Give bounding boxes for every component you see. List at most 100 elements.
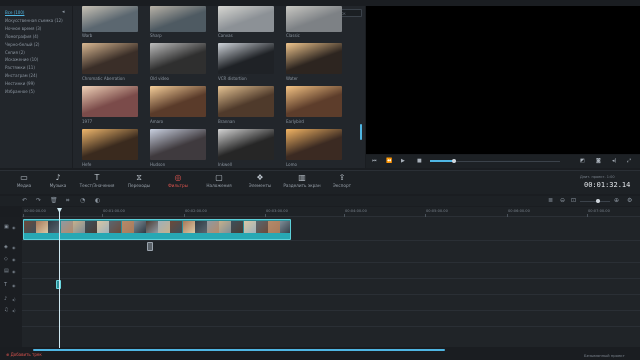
ruler-label: 00:04:00.00 [345, 209, 367, 213]
filter-label: Warb [82, 33, 93, 38]
filter-label: Classic [286, 33, 300, 38]
filter-label: Chromatic Aberration [82, 76, 125, 81]
volume-icon[interactable]: ◂) [612, 158, 616, 164]
track-visibility-icon[interactable]: ◉ [12, 283, 16, 288]
clip-audio-band [24, 233, 290, 239]
clip-frame [146, 221, 158, 233]
track-mute-icon[interactable]: ◂) [12, 297, 16, 302]
clip-frame [194, 221, 207, 233]
status-bar [0, 352, 640, 360]
track-mute-icon[interactable]: ◂) [12, 308, 16, 313]
tool-export[interactable]: ⇪ Экспорт [318, 173, 366, 188]
seek-handle[interactable] [452, 159, 456, 163]
tool-elements[interactable]: ❖ Элементы [236, 173, 284, 188]
category-item[interactable]: Избранное (5) [5, 89, 35, 94]
filter-label: VCR distortion [218, 76, 247, 81]
zoom-slider-track[interactable] [580, 201, 610, 202]
skip-back-icon[interactable]: ⏮ [372, 158, 377, 164]
fullscreen-icon[interactable]: ⤢ [627, 158, 631, 164]
filter-thumbnail[interactable] [150, 6, 206, 32]
timeline-scrollbar[interactable] [33, 349, 445, 351]
step-back-icon[interactable]: ⏪ [386, 158, 392, 164]
category-item[interactable]: Ломография (4) [5, 34, 38, 39]
filter-label: Hudson [150, 162, 166, 167]
preview-player[interactable] [366, 6, 640, 154]
filter-thumbnail[interactable] [150, 86, 206, 117]
ruler-label: 00:06:00.00 [508, 209, 530, 213]
filter-label: Lomo [286, 162, 297, 167]
category-item[interactable]: Инстаграм (24) [5, 73, 37, 78]
filter-label: Old video [150, 76, 169, 81]
clip-frame [219, 221, 232, 233]
add-track-label: Добавить трек [10, 352, 42, 357]
project-name: Безымянный проект [584, 353, 625, 358]
filter-thumbnail[interactable] [286, 6, 342, 32]
filter-thumbnail[interactable] [150, 43, 206, 74]
tool-label: Экспорт [332, 183, 352, 188]
clip-frame [231, 221, 244, 233]
track-visibility-icon[interactable]: ◉ [12, 269, 16, 274]
color-icon[interactable]: ◐ [95, 197, 100, 204]
category-item[interactable]: Все (100) [5, 10, 24, 15]
clip-frame [109, 221, 122, 233]
render-icon[interactable]: ◩ [580, 158, 585, 164]
filter-thumbnail[interactable] [218, 43, 274, 74]
clip-frame [268, 221, 280, 233]
add-track-button[interactable]: ⊕ Добавить трек [6, 352, 42, 357]
clip-frame [60, 221, 73, 233]
snapshot-icon[interactable]: ◙ [596, 158, 601, 164]
filter-clip[interactable] [147, 242, 153, 251]
track-visibility-icon[interactable]: ◉ [12, 257, 16, 262]
collapse-panel-icon[interactable]: ◂ [62, 9, 68, 15]
track-divider [22, 240, 640, 241]
category-item[interactable]: Искусственная съемка (12) [5, 18, 63, 23]
tool-text[interactable]: T Текст/Значения [73, 173, 121, 188]
clip-frame [255, 221, 268, 233]
speed-icon[interactable]: ◔ [80, 197, 85, 204]
zoom-in-icon[interactable]: ⊕ [614, 197, 619, 204]
undo-icon[interactable]: ↶ [22, 197, 27, 204]
playhead[interactable] [59, 208, 60, 348]
text-track-icon: T [4, 282, 8, 288]
music-track-icon: ♪ [4, 296, 8, 302]
filter-thumbnail[interactable] [286, 43, 342, 74]
track-visibility-icon[interactable]: ◉ [12, 225, 16, 230]
filter-thumbnail[interactable] [286, 129, 342, 160]
clip-frame [182, 221, 195, 233]
fit-icon[interactable]: ⊡ [571, 197, 576, 204]
filter-thumbnail[interactable] [82, 129, 138, 160]
category-item[interactable]: Растяжки (11) [5, 65, 35, 70]
stop-icon[interactable]: ■ [417, 158, 422, 164]
zoom-slider-handle[interactable] [596, 199, 600, 203]
delete-icon[interactable]: 🗑 [50, 197, 58, 204]
browser-scrollbar[interactable] [360, 124, 362, 140]
video-track-icon: ▣ [4, 224, 9, 230]
clip-frame [85, 221, 97, 233]
filter-thumbnail[interactable] [286, 86, 342, 117]
filter-thumbnail[interactable] [218, 129, 274, 160]
filter-label: Inkwell [218, 162, 232, 167]
category-item[interactable]: Нестинки (99) [5, 81, 35, 86]
zoom-out-icon[interactable]: ⊖ [560, 197, 565, 204]
track-visibility-icon[interactable]: ◉ [12, 245, 16, 250]
ruler-label: 00:01:00.00 [103, 209, 125, 213]
category-item[interactable]: Искажение (10) [5, 57, 38, 62]
category-item[interactable]: Ночное время (3) [5, 26, 41, 31]
filter-thumbnail[interactable] [218, 6, 274, 32]
filter-thumbnail[interactable] [82, 86, 138, 117]
category-item[interactable]: Сепия (2) [5, 50, 25, 55]
filter-thumbnail[interactable] [82, 43, 138, 74]
category-item[interactable]: Черно-белый (2) [5, 42, 39, 47]
timeline-settings-icon[interactable]: ⚙ [627, 197, 632, 204]
overlay-track-icon: ◇ [4, 256, 8, 262]
filter-thumbnail[interactable] [218, 86, 274, 117]
clip-frame [133, 221, 146, 233]
play-icon[interactable]: ▶ [401, 158, 405, 164]
filter-thumbnail[interactable] [82, 6, 138, 32]
filter-thumbnail[interactable] [150, 129, 206, 160]
audio-mixer-icon[interactable]: ≣ [548, 197, 553, 204]
filter-label: Hefe [82, 162, 92, 167]
crop-icon[interactable]: ⌗ [66, 197, 69, 205]
redo-icon[interactable]: ↷ [36, 197, 41, 204]
filter-label: Brannan [218, 119, 235, 124]
